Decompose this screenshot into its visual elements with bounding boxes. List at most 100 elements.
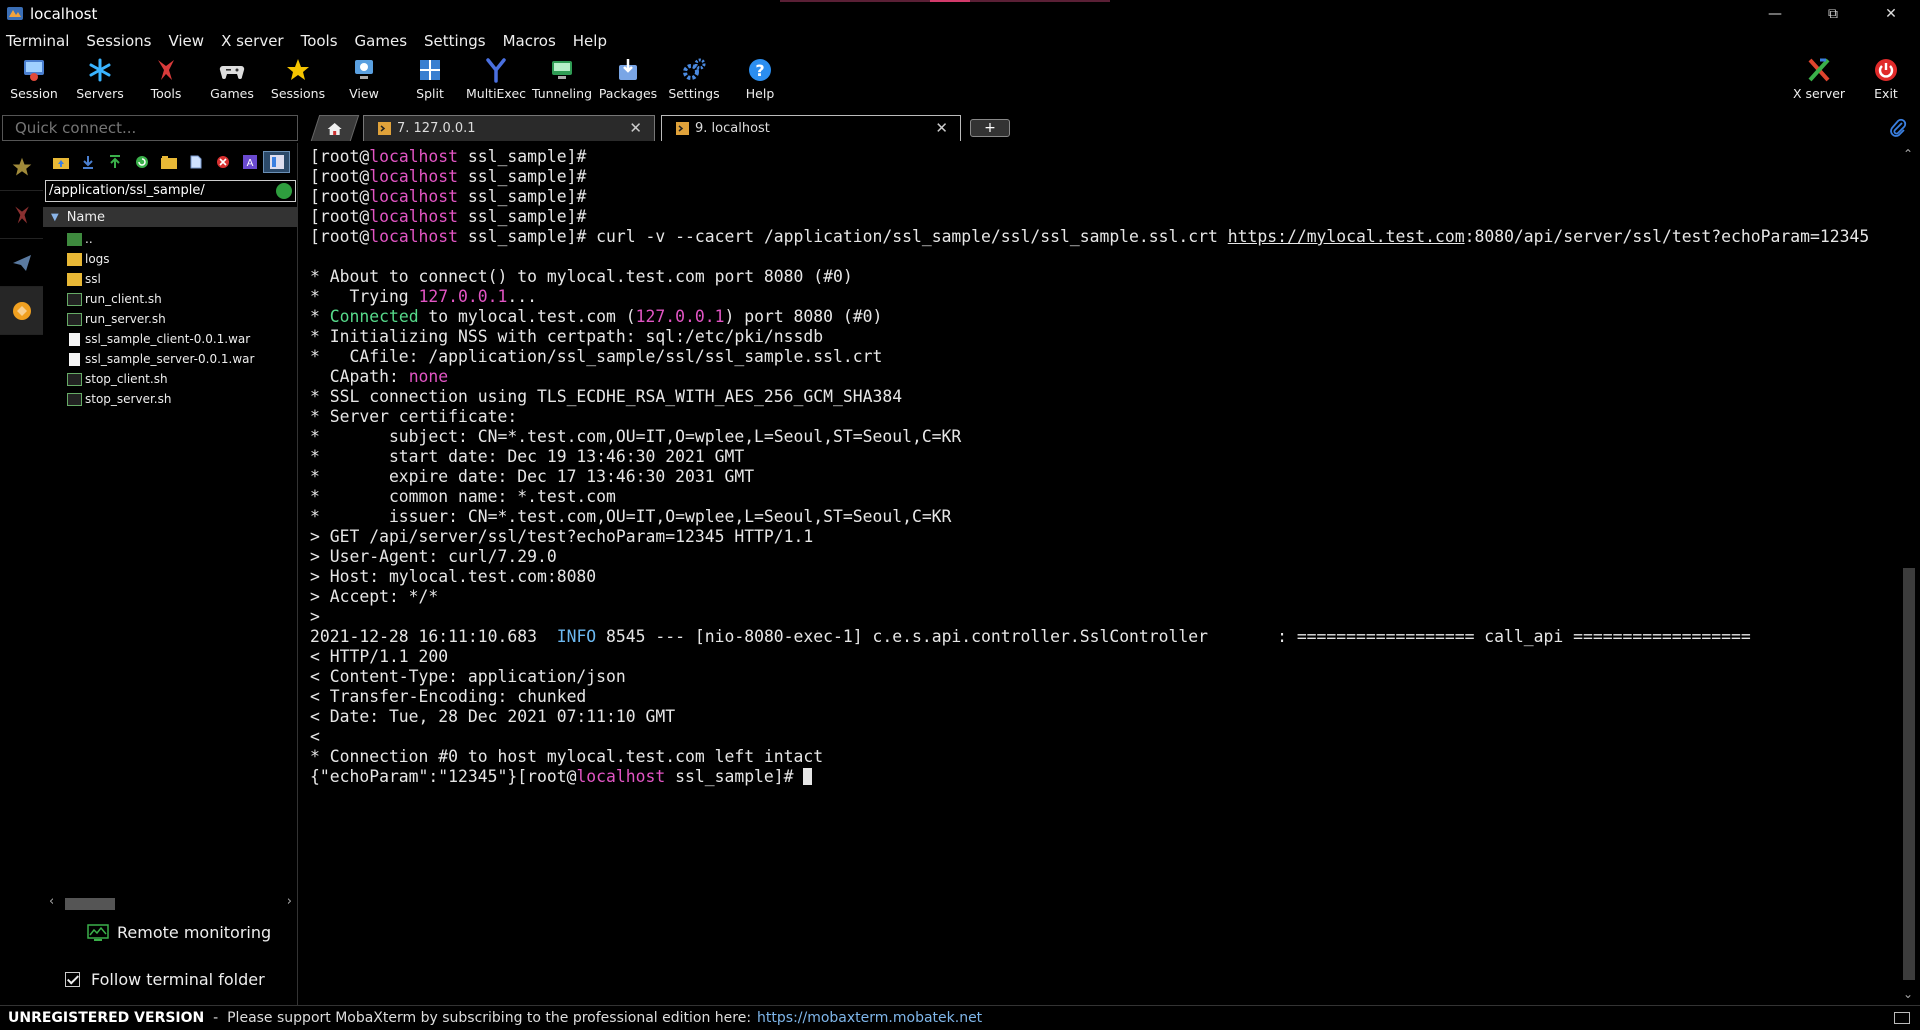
- script-file-icon: [67, 312, 82, 326]
- terminal-text-segment: ) port 8080 (#0): [724, 307, 883, 326]
- menu-macros[interactable]: Macros: [503, 32, 556, 50]
- follow-terminal-folder-checkbox[interactable]: Follow terminal folder: [65, 970, 265, 989]
- window-title: localhost: [30, 5, 98, 23]
- scroll-thumb[interactable]: [1903, 568, 1915, 980]
- x-server-button[interactable]: X server: [1786, 56, 1852, 108]
- menu-sessions[interactable]: Sessions: [86, 32, 151, 50]
- servers-button[interactable]: Servers: [67, 56, 133, 108]
- sidebar-sftp-tab[interactable]: [0, 287, 43, 335]
- tab-127-0-0-1[interactable]: 7. 127.0.0.1 ✕: [363, 115, 655, 141]
- scroll-right-icon[interactable]: ›: [287, 894, 292, 909]
- toggle-view-button[interactable]: [263, 151, 290, 173]
- split-button[interactable]: Split: [397, 56, 463, 108]
- menu-settings[interactable]: Settings: [424, 32, 486, 50]
- terminal-text-segment: * Server certificate:: [310, 407, 518, 426]
- list-item[interactable]: ssl_sample_server-0.0.1.war: [43, 349, 298, 369]
- terminal-line: * CAfile: /application/ssl_sample/ssl/ss…: [310, 347, 1869, 367]
- upload-icon: [109, 155, 120, 168]
- view-icon: [355, 60, 373, 79]
- session-button[interactable]: Session: [1, 56, 67, 108]
- parent-folder-button[interactable]: [47, 151, 74, 173]
- terminal-line: * subject: CN=*.test.com,OU=IT,O=wplee,L…: [310, 427, 1869, 447]
- terminal-vscrollbar[interactable]: ⌃ ⌄: [1898, 143, 1920, 1005]
- tunneling-button[interactable]: Tunneling: [529, 56, 595, 108]
- list-item[interactable]: ssl_sample_client-0.0.1.war: [43, 329, 298, 349]
- refresh-icon: [135, 156, 148, 168]
- scroll-left-icon[interactable]: ‹: [49, 894, 54, 909]
- scroll-up-icon[interactable]: ⌃: [1903, 147, 1913, 161]
- sidebar-sessions-tab[interactable]: [0, 143, 43, 191]
- menu-terminal[interactable]: Terminal: [6, 32, 69, 50]
- checkbox-checked[interactable]: [65, 972, 80, 987]
- view-button[interactable]: View: [331, 56, 397, 108]
- restore-button[interactable]: ⧉: [1804, 0, 1862, 28]
- refresh-button[interactable]: [128, 151, 155, 173]
- rename-button[interactable]: A: [236, 151, 263, 173]
- remote-path-field[interactable]: /application/ssl_sample/: [45, 180, 296, 202]
- tools-button[interactable]: Tools: [133, 56, 199, 108]
- upload-button[interactable]: [101, 151, 128, 173]
- new-file-button[interactable]: [182, 151, 209, 173]
- delete-button[interactable]: [209, 151, 236, 173]
- terminal-text-segment: CApath:: [310, 367, 409, 386]
- terminal-text-segment: ssl_sample]# curl -v --cacert /applicati…: [458, 227, 1228, 246]
- svg-text:?: ?: [755, 61, 764, 80]
- new-file-icon: [190, 155, 201, 169]
- mobatek-link[interactable]: https://mobaxterm.mobatek.net: [757, 1010, 982, 1026]
- list-item[interactable]: ssl: [43, 269, 298, 289]
- list-item[interactable]: logs: [43, 249, 298, 269]
- terminal-text-segment: * CAfile: /application/ssl_sample/ssl/ss…: [310, 347, 883, 366]
- terminal-text-segment: < HTTP/1.1 200: [310, 647, 449, 666]
- sidebar-macros-tab[interactable]: [0, 239, 43, 287]
- list-item[interactable]: stop_server.sh: [43, 389, 298, 409]
- multiexec-button[interactable]: MultiExec: [463, 56, 529, 108]
- list-item[interactable]: run_client.sh: [43, 289, 298, 309]
- paperclip-icon[interactable]: [1888, 118, 1908, 138]
- sidebar-tools-tab[interactable]: [0, 191, 43, 239]
- terminal-text-segment: INFO: [556, 627, 597, 646]
- menu-games[interactable]: Games: [355, 32, 407, 50]
- list-item[interactable]: ..: [43, 229, 298, 249]
- close-tab-button[interactable]: ✕: [629, 119, 642, 137]
- list-item[interactable]: run_server.sh: [43, 309, 298, 329]
- file-list-hscrollbar[interactable]: ‹ ›: [43, 894, 298, 911]
- minimize-button[interactable]: —: [1746, 0, 1804, 28]
- terminal-text-segment: [root@: [310, 147, 370, 166]
- menu-x-server[interactable]: X server: [221, 32, 284, 50]
- menu-tools[interactable]: Tools: [301, 32, 338, 50]
- scroll-down-icon[interactable]: ⌄: [1903, 987, 1913, 1001]
- new-tab-button[interactable]: +: [970, 119, 1010, 137]
- games-button[interactable]: Games: [199, 56, 265, 108]
- main-toolbar: Session Servers Tools Games Sessions Vie…: [0, 54, 1920, 112]
- name-column-header[interactable]: ▼ Name: [43, 207, 298, 227]
- settings-button[interactable]: Settings: [661, 56, 727, 108]
- terminal-text-segment: 8545 --- [nio-8080-exec-1] c.e.s.api.con…: [596, 627, 1751, 646]
- download-icon: [82, 156, 93, 169]
- terminal-text-segment: :8080/api/server/ssl/test?echoParam=1234…: [1464, 227, 1870, 246]
- home-tab[interactable]: [310, 115, 360, 141]
- new-folder-button[interactable]: [155, 151, 182, 173]
- download-button[interactable]: [74, 151, 101, 173]
- rename-icon: A: [242, 155, 257, 169]
- sessions-button[interactable]: Sessions: [265, 56, 331, 108]
- remote-monitoring-button[interactable]: Remote monitoring: [87, 923, 271, 942]
- tab-localhost[interactable]: 9. localhost ✕: [661, 115, 961, 141]
- terminal-text-segment: < Date: Tue, 28 Dec 2021 07:11:10 GMT: [310, 707, 676, 726]
- scroll-thumb[interactable]: [65, 898, 115, 910]
- close-window-button[interactable]: ✕: [1862, 0, 1920, 28]
- quick-connect-input[interactable]: [2, 115, 298, 141]
- terminal-text-segment: [root@: [310, 207, 370, 226]
- list-item[interactable]: stop_client.sh: [43, 369, 298, 389]
- terminal-text-segment: * Initializing NSS with certpath: sql:/e…: [310, 327, 824, 346]
- packages-button[interactable]: Packages: [595, 56, 661, 108]
- menu-view[interactable]: View: [168, 32, 204, 50]
- terminal-line: < Transfer-Encoding: chunked: [310, 687, 1869, 707]
- keyboard-icon[interactable]: [1894, 1012, 1910, 1024]
- menu-help[interactable]: Help: [573, 32, 607, 50]
- unregistered-label: UNREGISTERED VERSION: [8, 1010, 205, 1026]
- terminal-output[interactable]: [root@localhost ssl_sample]# [root@localh…: [302, 143, 1898, 1005]
- terminal-text-segment: localhost: [369, 187, 459, 206]
- close-tab-button[interactable]: ✕: [935, 119, 948, 137]
- help-button[interactable]: ? Help: [727, 56, 793, 108]
- exit-button[interactable]: Exit: [1853, 56, 1919, 108]
